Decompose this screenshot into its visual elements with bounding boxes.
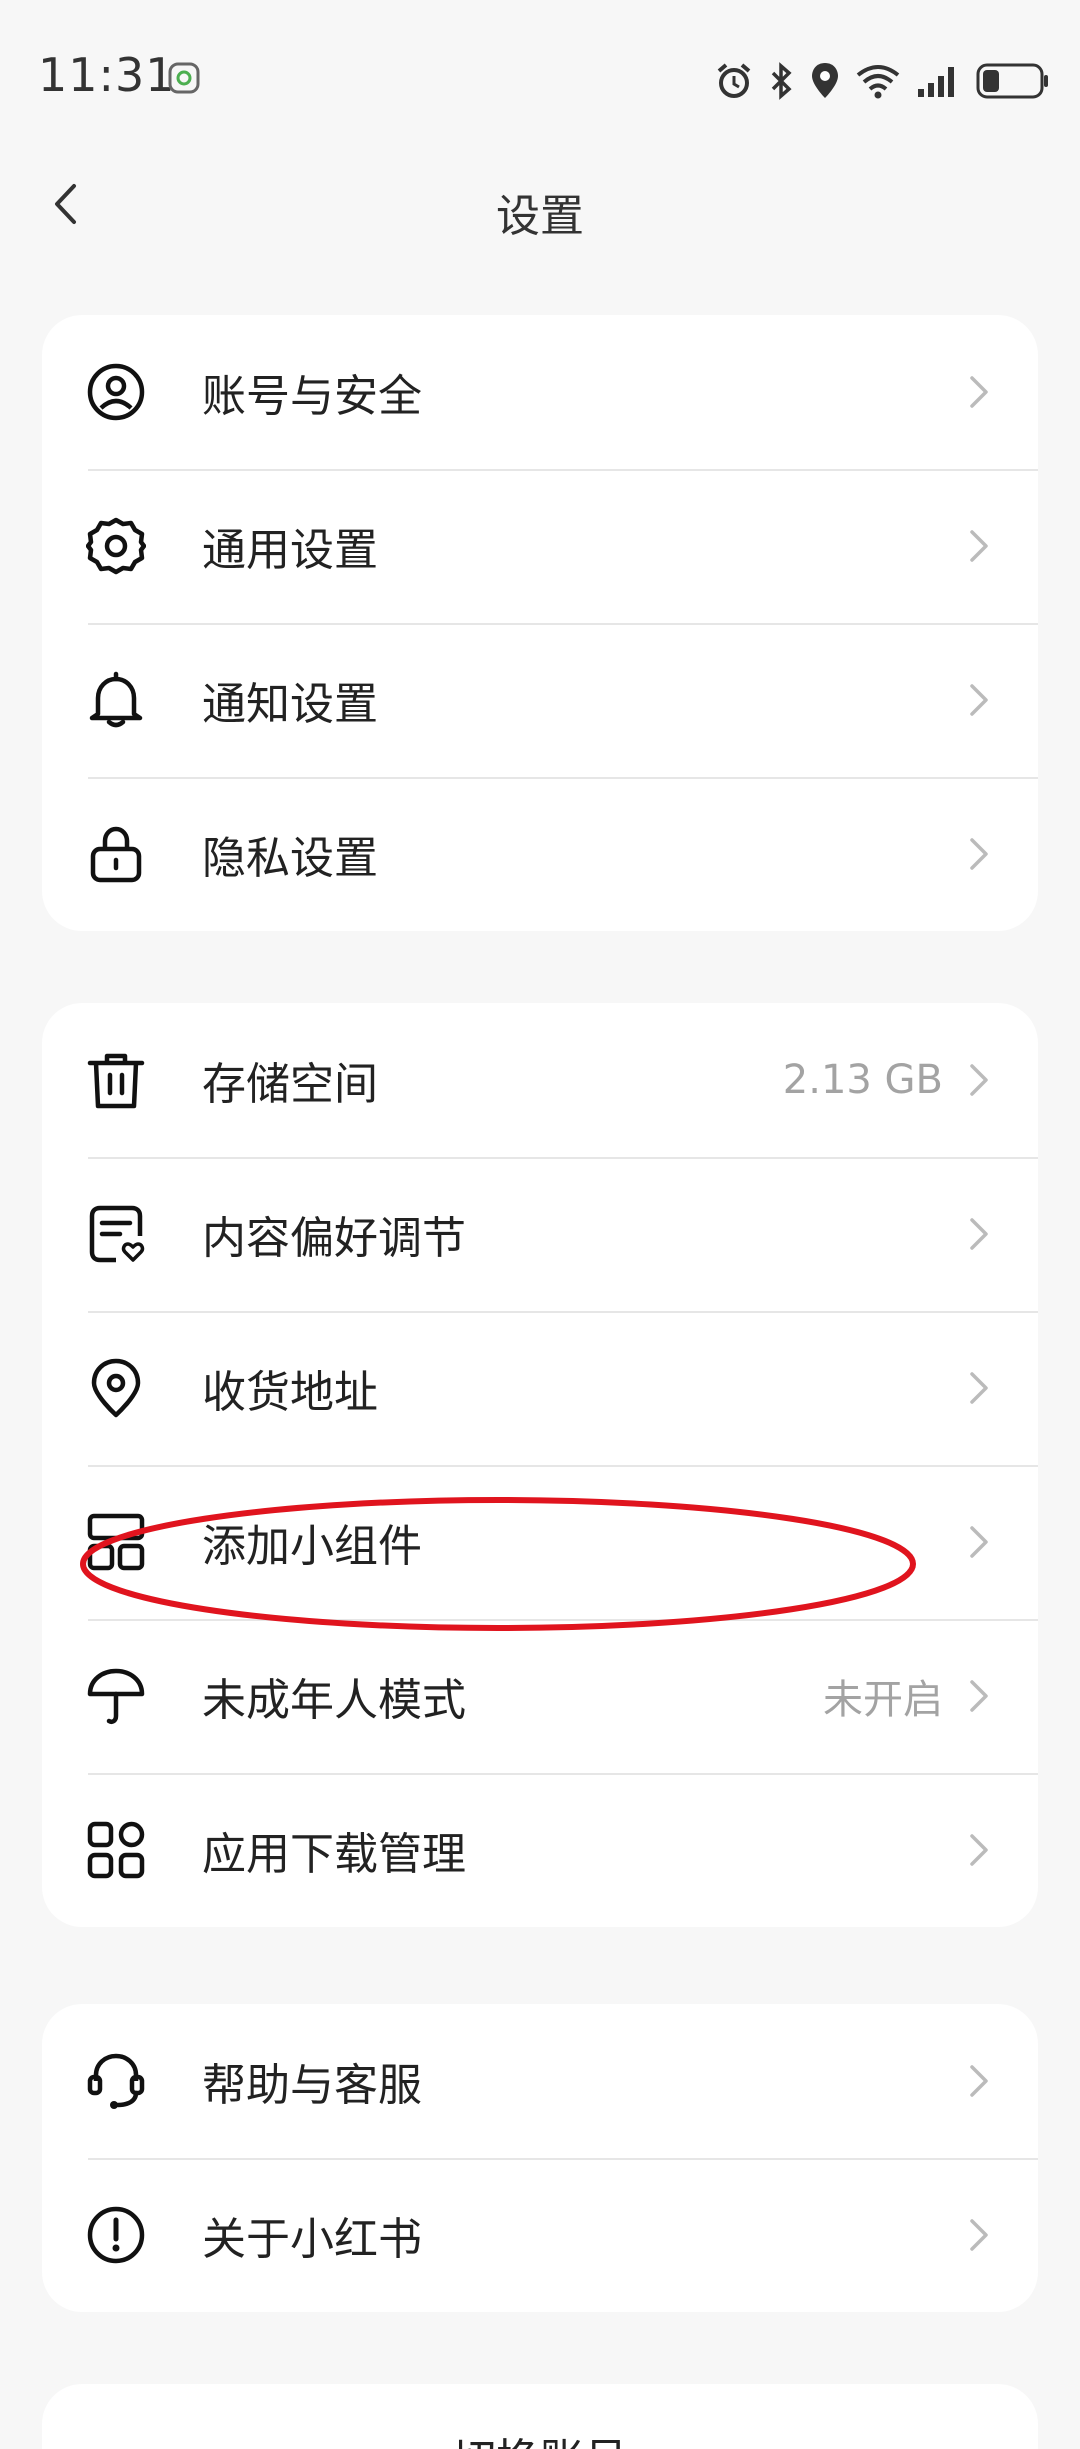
chevron-right-icon — [968, 2217, 990, 2253]
chevron-right-icon — [968, 1370, 990, 1406]
settings-group-features: 存储空间 2.13 GB 内容偏好调节 收货地址 添加小组件 未成年人模式 未开… — [42, 1003, 1038, 1927]
chevron-right-icon — [968, 1678, 990, 1714]
signal-icon — [916, 61, 962, 101]
info-exclamation-icon — [86, 2205, 146, 2265]
chevron-right-icon — [968, 1524, 990, 1560]
status-icons — [714, 56, 1050, 106]
chevron-right-icon — [968, 1216, 990, 1252]
apps-grid-icon — [86, 1820, 146, 1880]
nav-bar: 设置 — [0, 160, 1080, 250]
settings-item-shipping-address[interactable]: 收货地址 — [42, 1311, 1038, 1465]
user-circle-icon — [86, 362, 146, 422]
chevron-right-icon — [968, 374, 990, 410]
settings-item-label: 隐私设置 — [202, 833, 378, 884]
status-time: 11:31 — [38, 48, 176, 102]
settings-item-privacy[interactable]: 隐私设置 — [42, 777, 1038, 931]
settings-group-support: 帮助与客服 关于小红书 — [42, 2004, 1038, 2312]
teen-mode-status: 未开启 — [823, 1677, 943, 1723]
settings-item-label: 账号与安全 — [202, 371, 422, 422]
chevron-right-icon — [968, 2063, 990, 2099]
settings-item-label: 通用设置 — [202, 525, 378, 576]
headset-icon — [86, 2051, 146, 2111]
chevron-right-icon — [968, 1832, 990, 1868]
settings-item-label: 添加小组件 — [202, 1521, 422, 1572]
settings-item-label: 帮助与客服 — [202, 2060, 422, 2111]
preference-icon — [86, 1204, 146, 1264]
settings-item-content-preferences[interactable]: 内容偏好调节 — [42, 1157, 1038, 1311]
chevron-right-icon — [968, 836, 990, 872]
page-title: 设置 — [496, 191, 584, 242]
settings-item-help[interactable]: 帮助与客服 — [42, 2004, 1038, 2158]
settings-item-label: 未成年人模式 — [202, 1675, 466, 1726]
settings-item-label: 应用下载管理 — [202, 1829, 466, 1880]
settings-item-storage[interactable]: 存储空间 2.13 GB — [42, 1003, 1038, 1157]
settings-item-download-manager[interactable]: 应用下载管理 — [42, 1773, 1038, 1927]
settings-item-label: 通知设置 — [202, 679, 378, 730]
trash-icon — [86, 1050, 146, 1110]
settings-item-add-widget[interactable]: 添加小组件 — [42, 1465, 1038, 1619]
settings-item-notifications[interactable]: 通知设置 — [42, 623, 1038, 777]
settings-item-label: 内容偏好调节 — [202, 1213, 466, 1264]
alarm-icon — [714, 61, 754, 101]
chevron-right-icon — [968, 1062, 990, 1098]
settings-group-account: 账号与安全 通用设置 通知设置 隐私设置 — [42, 315, 1038, 931]
settings-item-label: 收货地址 — [202, 1367, 378, 1418]
bluetooth-icon — [768, 61, 796, 101]
settings-item-general[interactable]: 通用设置 — [42, 469, 1038, 623]
status-bar: 11:31 — [0, 0, 1080, 160]
switch-account-button[interactable]: 切换账号 — [42, 2384, 1038, 2449]
settings-item-label: 关于小红书 — [202, 2214, 422, 2265]
settings-item-label: 存储空间 — [202, 1059, 378, 1110]
app-notification-icon — [168, 62, 200, 94]
location-pin-icon — [86, 1358, 146, 1418]
lock-icon — [86, 824, 146, 884]
umbrella-icon — [86, 1666, 146, 1726]
gear-icon — [86, 516, 146, 576]
storage-size-value: 2.13 GB — [782, 1057, 943, 1103]
settings-item-about[interactable]: 关于小红书 — [42, 2158, 1038, 2312]
battery-icon — [976, 61, 1050, 101]
bell-icon — [86, 670, 146, 730]
settings-screen: 11:31 设置 账号与安全 通用设置 通知设置 隐私设置 存储空间 2.13 … — [0, 0, 1080, 2449]
widget-icon — [86, 1512, 146, 1572]
chevron-right-icon — [968, 528, 990, 564]
switch-account-label: 切换账号 — [42, 2424, 1038, 2449]
settings-item-teen-mode[interactable]: 未成年人模式 未开启 — [42, 1619, 1038, 1773]
settings-item-account-security[interactable]: 账号与安全 — [42, 315, 1038, 469]
chevron-right-icon — [968, 682, 990, 718]
location-icon — [810, 61, 840, 101]
wifi-icon — [854, 61, 902, 101]
